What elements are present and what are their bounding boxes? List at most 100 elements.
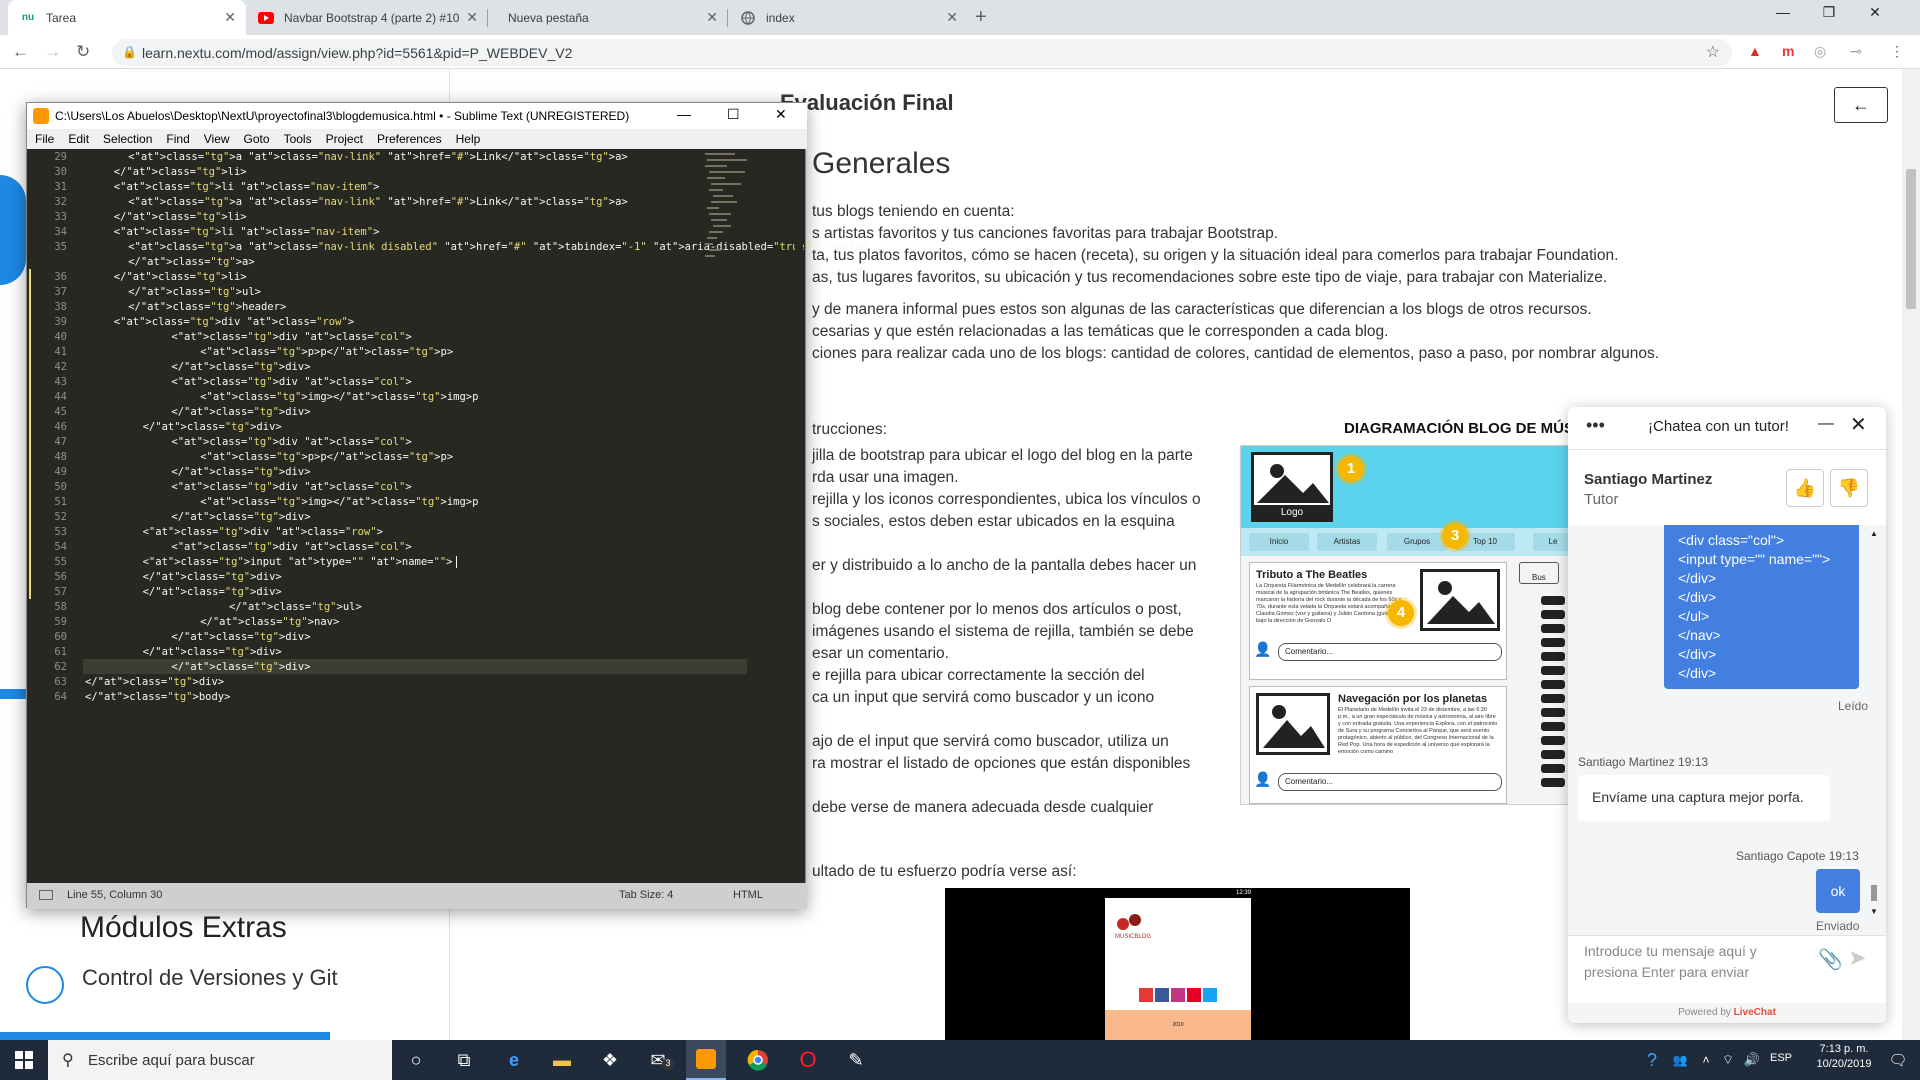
menu-item[interactable]: Find [166,132,189,146]
back-button[interactable]: ← [12,42,29,62]
tab-tarea[interactable]: nu Tarea ✕ [8,0,246,35]
close-tab-icon[interactable]: ✕ [466,9,478,26]
menu-item[interactable]: Preferences [377,132,442,146]
windows-start-icon[interactable] [12,1048,36,1072]
code-line: </"at">class="tg">div> [171,631,311,643]
user-message-bubble: <div class="col"> <input type="" name="">… [1664,525,1859,689]
panel-toggle-icon[interactable] [39,890,53,900]
instruction-line: er y distribuido a lo ancho de la pantal… [812,557,1197,574]
minimap[interactable] [703,149,803,883]
sent-receipt: Enviado [1816,919,1860,933]
menu-item[interactable]: Tools [284,132,312,146]
menu-item[interactable]: Edit [68,132,89,146]
menu-item[interactable]: File [35,132,54,146]
send-icon[interactable]: ➤ [1848,945,1866,971]
tab-nueva[interactable]: Nueva pestaña ✕ [488,0,728,35]
thumbs-down-button[interactable]: 👎 [1830,469,1868,507]
help-icon[interactable]: ? [1640,1048,1664,1072]
minimize-chat-icon[interactable]: — [1818,415,1834,433]
close-button[interactable]: ✕ [775,106,787,123]
minimize-window-button[interactable]: — [1760,4,1806,20]
close-chat-icon[interactable]: ✕ [1850,412,1867,437]
network-icon[interactable]: ⌔ [1716,1048,1740,1072]
badge-3: 3 [1442,523,1468,549]
extension-icon[interactable]: ⊸ [1850,43,1862,60]
code-editor[interactable]: <"at">class="tg">a "at">class="nav-link"… [27,149,868,883]
diagram-nav-item: Le [1533,533,1569,551]
thumbs-up-button[interactable]: 👍 [1786,469,1824,507]
sublime-taskbar-icon[interactable] [686,1040,726,1080]
new-tab-button[interactable]: + [975,6,987,29]
instruction-line: s sociales, estos deben estar ubicados e… [812,513,1175,530]
restore-window-button[interactable]: ❐ [1806,4,1852,21]
social-icons [1139,988,1219,1004]
sublime-statusbar: Line 55, Column 30 Tab Size: 4 HTML [27,883,807,909]
bullet-text: as, tus lugares favoritos, su ubicación … [812,269,1608,286]
attach-file-icon[interactable]: 📎 [1818,947,1843,972]
logo-label: Logo [1254,505,1330,521]
volume-icon[interactable]: 🔊 [1740,1048,1764,1072]
close-window-button[interactable]: ✕ [1852,4,1898,21]
address-bar[interactable]: 🔒 learn.nextu.com/mod/assign/view.php?id… [112,39,1732,66]
chat-options-icon[interactable]: ••• [1586,415,1605,436]
menu-item[interactable]: Goto [244,132,270,146]
mendeley-extension-icon[interactable]: m [1782,43,1794,59]
editor-scrollbar[interactable] [795,149,803,883]
chat-scrollbar[interactable]: ▲ ▼ [1870,529,1878,917]
show-hidden-icons[interactable]: ˄ [1694,1048,1718,1072]
task-view-icon[interactable]: ⧉ [452,1048,476,1072]
body-text: cesarias y que estén relacionadas a las … [812,323,1389,340]
code-line: </"at">class="tg">div> [142,571,282,583]
tab-size[interactable]: Tab Size: 4 [619,889,673,901]
mail-icon[interactable]: ✉ 3 [646,1048,674,1072]
tab-navbar-video[interactable]: Navbar Bootstrap 4 (parte 2) #10 ✕ [246,0,488,35]
scroll-thumb[interactable] [1906,169,1916,309]
close-tab-icon[interactable]: ✕ [706,9,718,26]
menu-item[interactable]: Help [456,132,481,146]
menu-item[interactable]: View [204,132,230,146]
maximize-button[interactable]: ☐ [727,106,740,123]
phone-brand: MUSICBLOG [1115,934,1152,940]
forward-button[interactable]: → [44,42,61,62]
tab-title: Tarea [46,10,77,25]
sidebar-bar [1541,694,1565,703]
taskbar-search[interactable]: ⚲ Escribe aquí para buscar [48,1040,392,1080]
people-icon[interactable]: 👥 [1668,1048,1692,1072]
menu-kebab-icon[interactable]: ⋮ [1890,43,1904,60]
close-tab-icon[interactable]: ✕ [224,9,236,26]
pdf-extension-icon[interactable]: ▲ [1748,43,1762,59]
back-arrow-button[interactable]: ← [1834,87,1888,123]
menu-item[interactable]: Project [326,132,363,146]
page-scrollbar[interactable] [1902,69,1920,1040]
clock[interactable]: 7:13 p. m. 10/20/2019 [1808,1043,1880,1070]
code-line: <"at">class="tg">div "at">class="col"> [171,541,412,553]
bookmark-star-icon[interactable]: ☆ [1706,42,1720,62]
code-line: <"at">class="tg">div "at">class="col"> [171,376,412,388]
paint-icon[interactable]: ✎ [844,1048,868,1072]
badge-4: 4 [1388,600,1414,626]
post-title: Tributo a The Beatles [1256,569,1368,581]
youtube-icon [1139,988,1153,1002]
input-language[interactable]: ESP [1770,1052,1792,1064]
edge-icon[interactable]: e [502,1048,526,1072]
code-line: <"at">class="tg">a "at">class="nav-link"… [128,151,628,163]
control-versiones-link[interactable]: Control de Versiones y Git [82,965,338,991]
file-explorer-icon[interactable]: ▬ [550,1048,574,1072]
chat-header-title: ¡Chatea con un tutor! [1648,418,1789,435]
chrome-icon[interactable] [746,1048,770,1072]
cortana-icon[interactable]: ○ [404,1048,428,1072]
dropbox-icon[interactable]: ❖ [598,1048,622,1072]
syntax-mode[interactable]: HTML [733,889,763,901]
menu-item[interactable]: Selection [103,132,152,146]
minimize-button[interactable]: — [677,106,691,122]
module-status-circle[interactable] [26,966,64,1004]
extension-icon[interactable]: ◎ [1814,43,1826,60]
chat-message-input[interactable]: Introduce tu mensaje aquí y presiona Ent… [1584,941,1814,983]
close-tab-icon[interactable]: ✕ [946,9,958,26]
action-center-icon[interactable]: 🗨 [1886,1048,1910,1072]
opera-icon[interactable]: O [796,1047,820,1072]
tab-index[interactable]: index ✕ [728,0,968,35]
powered-by[interactable]: Powered by LiveChat [1568,1003,1886,1023]
reload-button[interactable]: ↻ [76,42,90,62]
sidebar-bar [1541,666,1565,675]
